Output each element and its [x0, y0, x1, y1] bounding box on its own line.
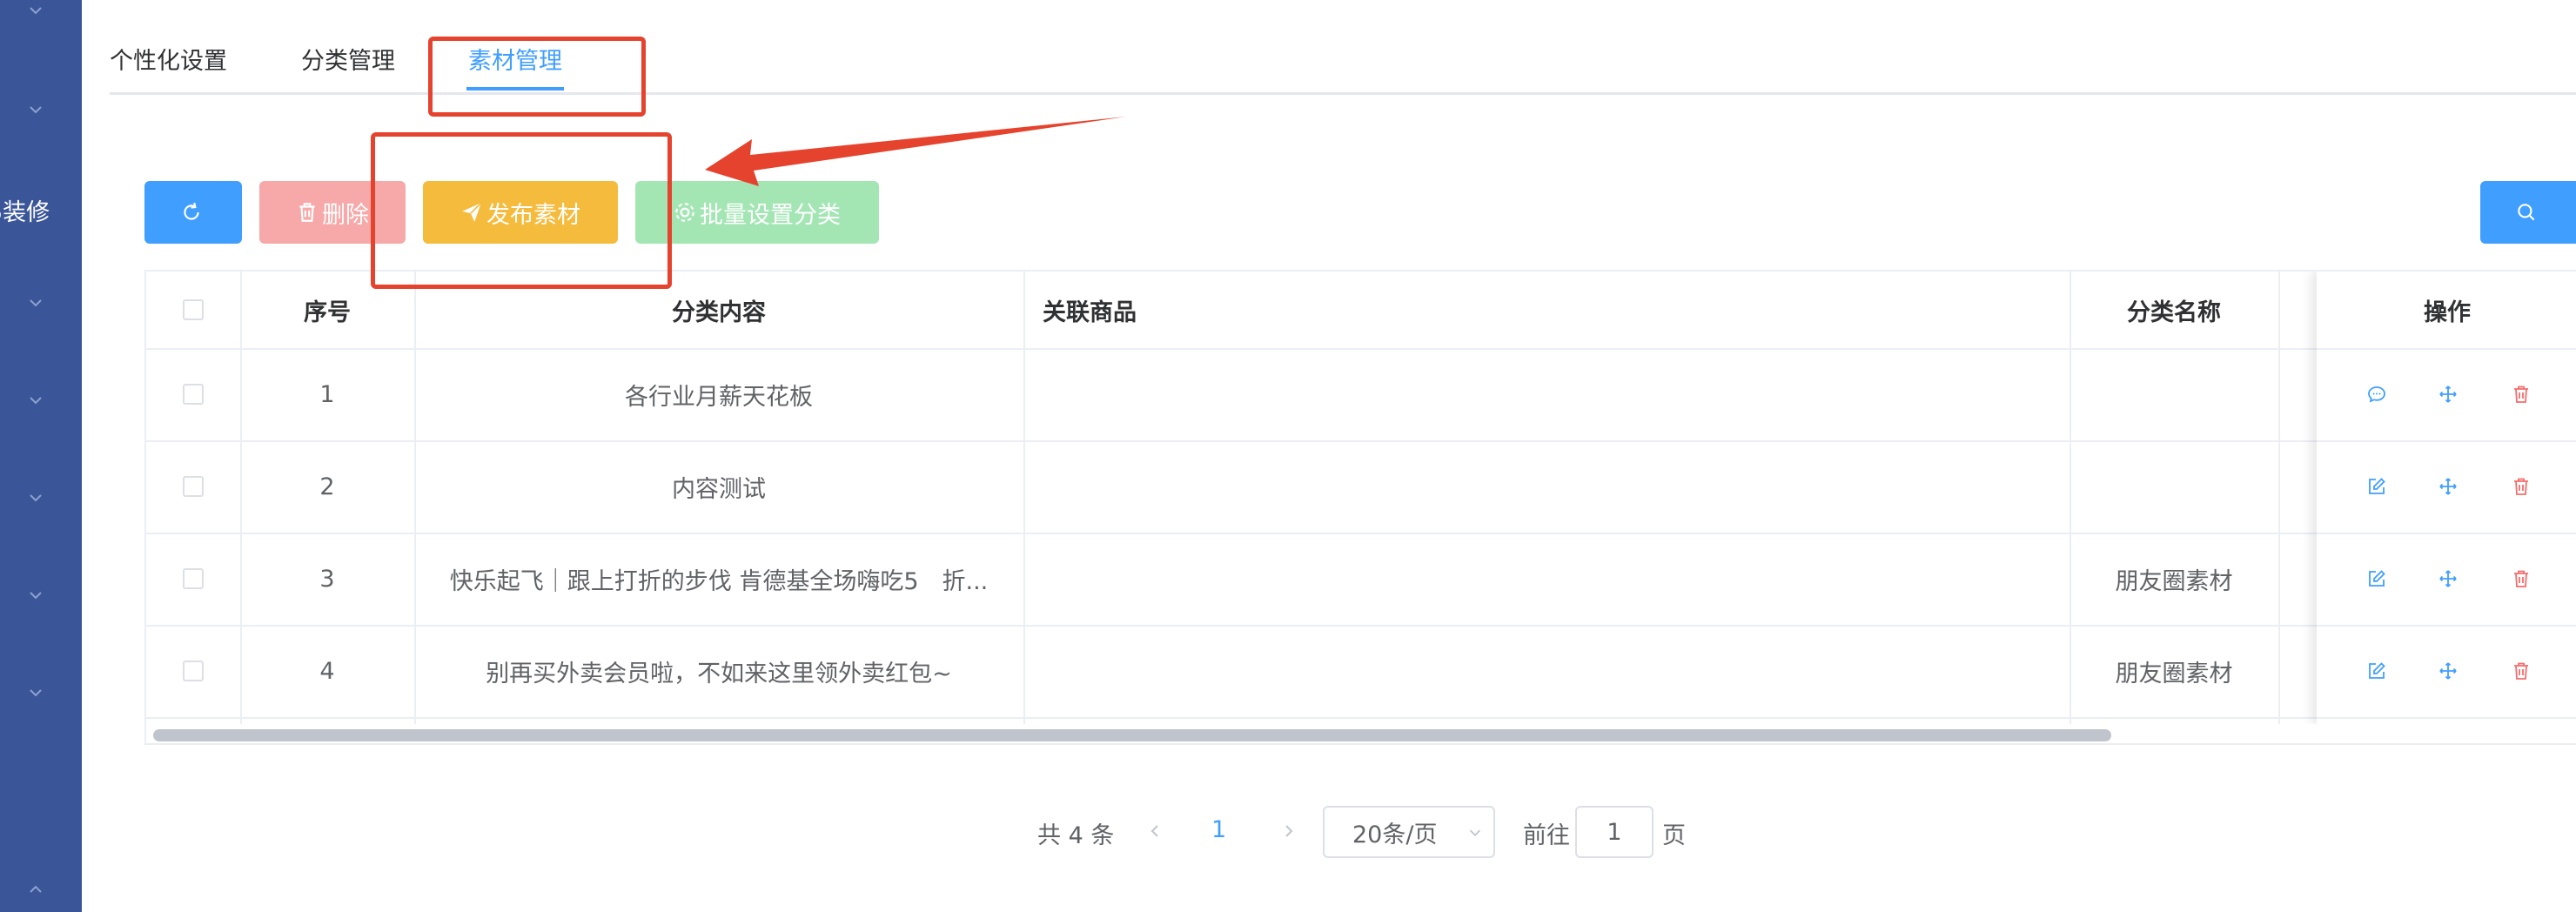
chevron-down-icon[interactable]: [0, 487, 71, 508]
chevron-up-icon[interactable]: [0, 879, 71, 900]
tab-category-management[interactable]: 分类管理: [301, 42, 395, 76]
table-row: [146, 440, 240, 533]
row-category: 朋友圈素材: [2115, 660, 2233, 687]
table-row: [146, 348, 240, 440]
batch-set-category-button[interactable]: 批量设置分类: [635, 181, 879, 244]
operations-column: 操作: [2317, 272, 2576, 724]
move-icon[interactable]: [2435, 658, 2461, 684]
row-divider: [2317, 625, 2576, 627]
page-number-current[interactable]: 1: [1211, 816, 1226, 843]
row-goods: [1023, 440, 2070, 533]
row-category: [2070, 348, 2278, 440]
next-page-button[interactable]: [1276, 818, 1302, 844]
chevron-down-icon[interactable]: [0, 0, 71, 21]
move-icon[interactable]: [2435, 473, 2461, 500]
goto-page-input[interactable]: [1575, 806, 1654, 858]
row-checkbox[interactable]: [183, 476, 204, 497]
search-button[interactable]: [2480, 181, 2576, 244]
sidebar: 5装修: [0, 0, 82, 912]
publish-material-button[interactable]: 发布素材: [423, 181, 618, 244]
chevron-down-icon[interactable]: [0, 682, 71, 703]
row-divider: [146, 717, 2576, 719]
select-all-checkbox[interactable]: [183, 299, 204, 320]
goto-label: 前往: [1523, 822, 1570, 849]
send-icon: [460, 201, 483, 224]
delete-icon[interactable]: [2508, 566, 2534, 592]
tab-material-management[interactable]: 素材管理: [468, 42, 562, 76]
column-header-goods[interactable]: 关联商品: [1023, 272, 2070, 348]
refresh-button[interactable]: [144, 181, 242, 244]
delete-icon[interactable]: [2508, 473, 2534, 500]
sidebar-item-label[interactable]: 5装修: [0, 193, 82, 227]
chevron-down-icon: [1469, 829, 1481, 836]
edit-icon[interactable]: [2364, 473, 2390, 500]
row-content: 别再买外卖会员啦，不如来这里领外卖红包~: [486, 660, 952, 687]
page-size-value: 20条/页: [1352, 821, 1438, 848]
row-divider: [2317, 533, 2576, 534]
pagination-total: 共 4 条: [1037, 822, 1115, 849]
row-content: 快乐起飞｜跟上打折的步伐 肯德基全场嗨吃5 折...: [449, 567, 989, 595]
select-all-cell: [146, 272, 240, 348]
search-icon: [2515, 201, 2538, 224]
move-icon[interactable]: [2435, 381, 2461, 407]
table-row: [146, 625, 240, 717]
prev-page-button[interactable]: [1142, 818, 1168, 844]
column-header-index[interactable]: 序号: [240, 272, 414, 348]
chevron-down-icon[interactable]: [0, 390, 71, 411]
gear-icon: [674, 201, 696, 224]
horizontal-scrollbar[interactable]: [153, 729, 2111, 741]
row-index: 3: [319, 565, 335, 593]
delete-icon[interactable]: [2508, 658, 2534, 684]
publish-button-label: 发布素材: [486, 201, 580, 229]
page-suffix-label: 页: [1662, 822, 1686, 849]
delete-icon[interactable]: [2508, 381, 2534, 407]
row-divider: [2317, 348, 2576, 350]
row-goods: [1023, 348, 2070, 440]
batch-button-label: 批量设置分类: [700, 201, 841, 229]
column-header-category[interactable]: 分类名称: [2070, 272, 2278, 348]
refresh-icon: [180, 201, 203, 224]
move-icon[interactable]: [2435, 566, 2461, 592]
row-index: 2: [319, 473, 335, 500]
chevron-right-icon: [1285, 825, 1293, 837]
delete-button[interactable]: 删除: [259, 181, 406, 244]
row-divider: [2317, 717, 2576, 719]
material-table: 序号 分类内容 关联商品 分类名称 1 各行业月薪天花板 2 内容测试 3 快乐…: [144, 270, 2576, 745]
row-index: 4: [319, 657, 335, 685]
edit-icon[interactable]: [2364, 566, 2390, 592]
row-checkbox[interactable]: [183, 568, 204, 589]
tab-personalization[interactable]: 个性化设置: [110, 42, 227, 76]
row-category: [2070, 440, 2278, 533]
row-category: 朋友圈素材: [2115, 567, 2233, 595]
table-row: [146, 533, 240, 625]
row-content: 各行业月薪天花板: [625, 383, 813, 411]
chevron-down-icon[interactable]: [0, 292, 71, 313]
row-divider: [2317, 440, 2576, 442]
trash-icon: [296, 201, 319, 224]
chat-icon[interactable]: [2364, 381, 2390, 407]
chevron-left-icon: [1150, 825, 1158, 837]
row-goods: [1023, 625, 2070, 717]
active-tab-indicator: [466, 87, 564, 91]
row-goods: [1023, 533, 2070, 625]
chevron-down-icon[interactable]: [0, 99, 71, 120]
edit-icon[interactable]: [2364, 658, 2390, 684]
column-divider: [2278, 272, 2280, 724]
row-index: 1: [319, 380, 335, 408]
delete-button-label: 删除: [322, 201, 369, 229]
column-header-actions: 操作: [2424, 298, 2471, 326]
tab-bar: 个性化设置 分类管理 素材管理: [110, 0, 2576, 95]
row-content: 内容测试: [672, 475, 766, 503]
column-header-content[interactable]: 分类内容: [414, 272, 1023, 348]
chevron-down-icon[interactable]: [0, 585, 71, 606]
row-checkbox[interactable]: [183, 661, 204, 681]
row-checkbox[interactable]: [183, 384, 204, 405]
page-size-select[interactable]: 20条/页: [1323, 806, 1495, 858]
